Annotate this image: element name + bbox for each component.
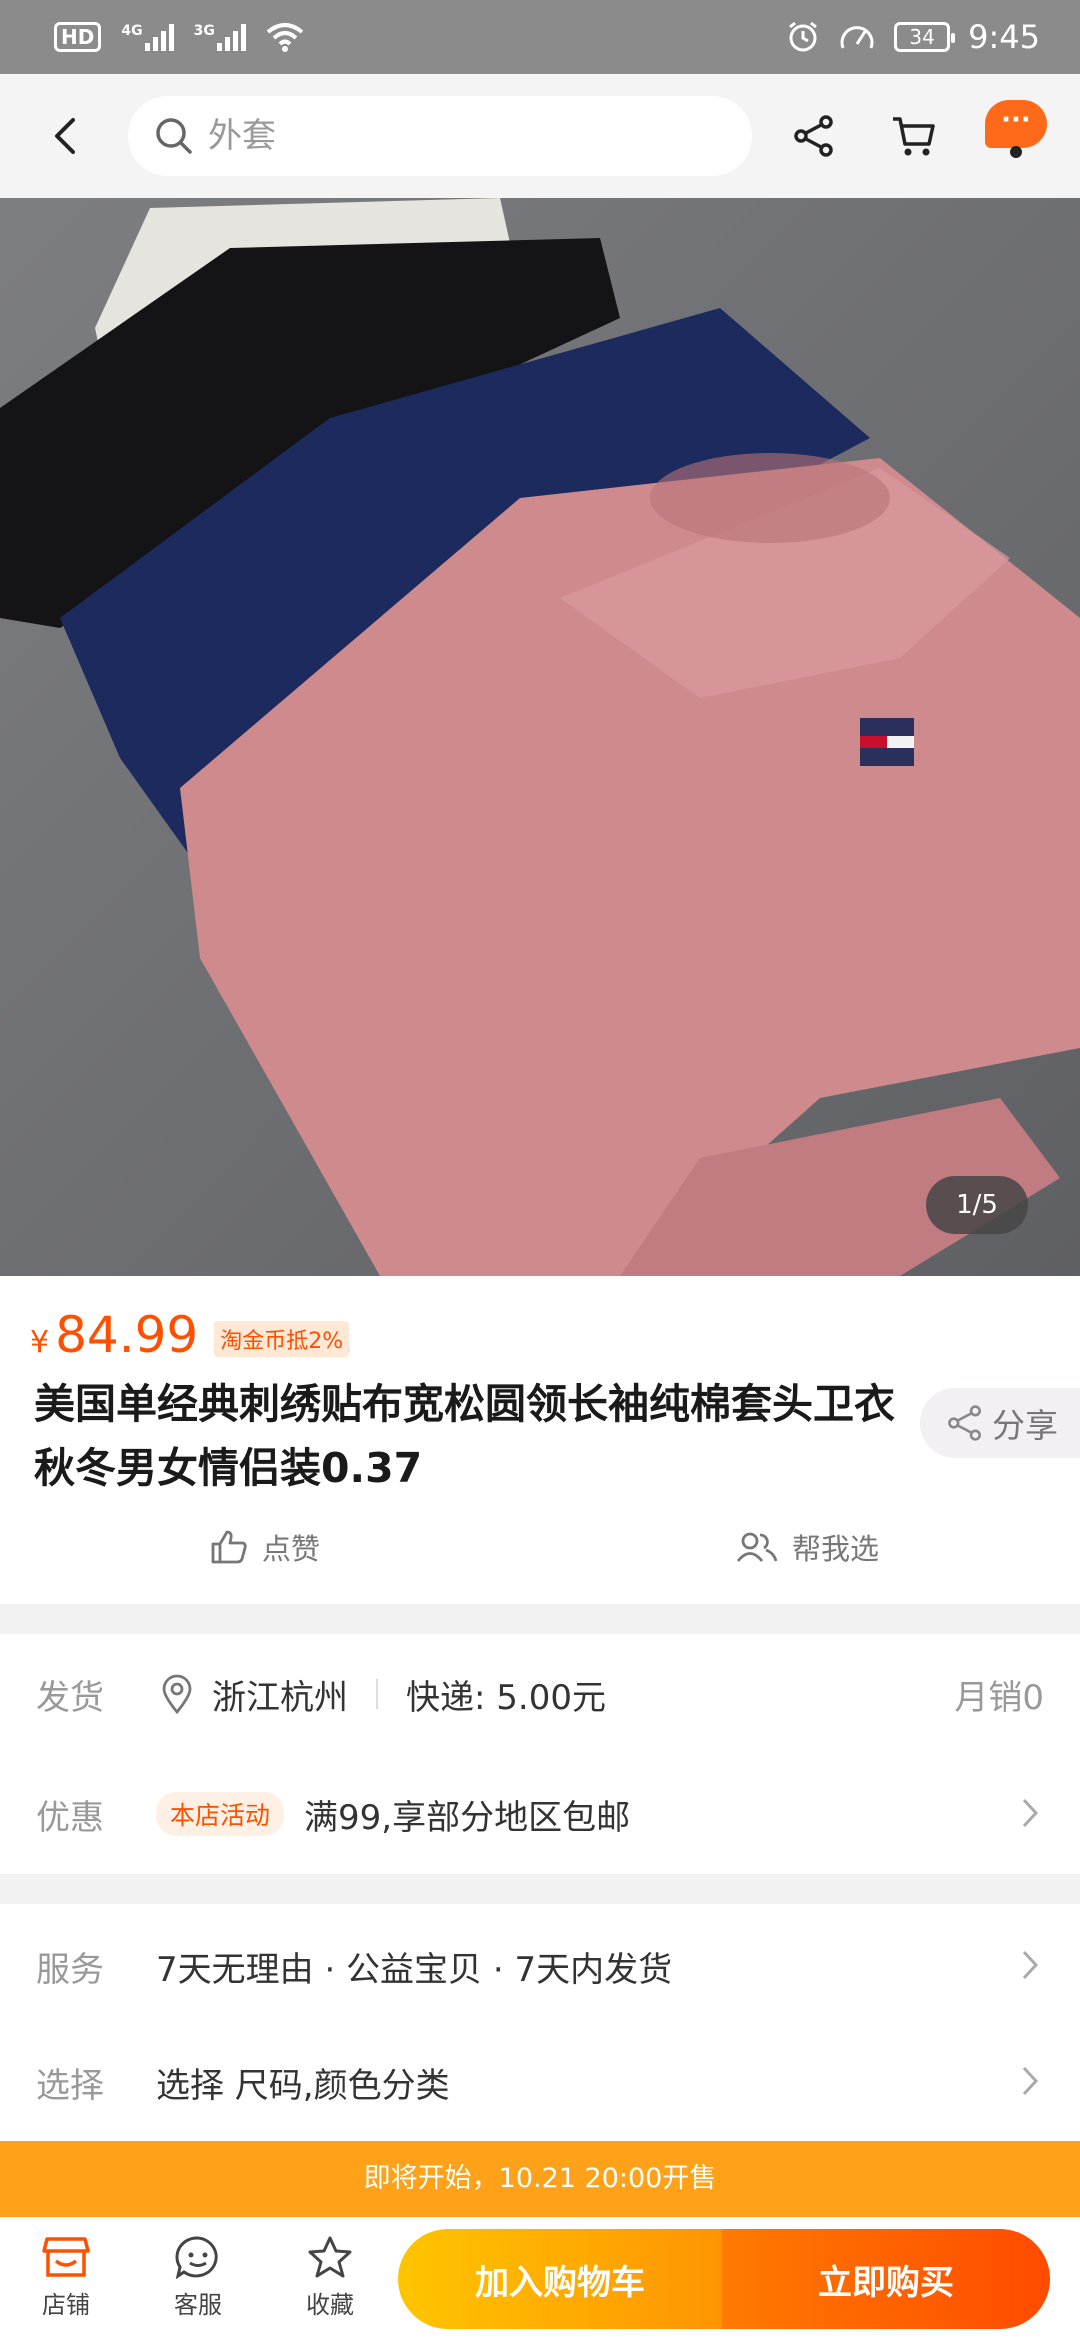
bottom-action-bar: 店铺 客服 收藏 加入购物车 立即购买	[0, 2217, 1080, 2340]
hd-indicator: HD	[54, 22, 102, 52]
store-promo-tag: 本店活动	[156, 1792, 285, 1836]
help-choose-label: 帮我选	[792, 1532, 880, 1566]
service-label: 服务	[36, 1949, 104, 1990]
delivery-location: 浙江杭州 快递: 5.00元	[160, 1670, 606, 1719]
delivery-row[interactable]: 发货 浙江杭州 快递: 5.00元 月销0	[0, 1654, 1080, 1734]
add-to-cart-button[interactable]: 加入购物车	[398, 2229, 722, 2329]
star-icon	[308, 2236, 352, 2278]
cart-button[interactable]	[886, 108, 942, 164]
service-text: 7天无理由 · 公益宝贝 · 7天内发货	[156, 1949, 673, 1990]
share-label: 分享	[992, 1406, 1058, 1445]
delivery-card: 发货 浙江杭州 快递: 5.00元 月销0 优惠 本店活动 满99,享部分地区包…	[0, 1634, 1080, 1874]
back-button[interactable]	[40, 110, 92, 162]
select-label: 选择	[36, 2065, 104, 2106]
share-pill-button[interactable]: 分享	[920, 1388, 1080, 1458]
shop-button[interactable]: 店铺	[18, 2235, 114, 2320]
share-icon	[948, 1405, 981, 1441]
network-4g-label: 4G	[121, 23, 143, 39]
search-input[interactable]	[208, 116, 728, 156]
image-counter: 1/5	[926, 1176, 1028, 1234]
select-row[interactable]: 选择 选择 尺码,颜色分类	[0, 2042, 1080, 2122]
delivery-location-text: 浙江杭州	[212, 1677, 348, 1718]
status-bar: HD 4G 3G 34 9:45	[0, 0, 1080, 74]
service-row[interactable]: 服务 7天无理由 · 公益宝贝 · 7天内发货	[0, 1926, 1080, 2006]
share-button[interactable]	[786, 108, 842, 164]
delivery-label: 发货	[36, 1677, 104, 1718]
speed-icon	[840, 26, 874, 49]
share-icon	[794, 115, 833, 157]
product-price: 84.99	[55, 1306, 199, 1364]
chevron-right-icon	[1022, 1950, 1039, 1980]
product-photo	[0, 198, 1080, 1276]
status-left: HD 4G 3G	[54, 22, 304, 52]
promotion-row[interactable]: 优惠 本店活动 满99,享部分地区包邮	[0, 1774, 1080, 1854]
service-card: 服务 7天无理由 · 公益宝贝 · 7天内发货 选择 选择 尺码,颜色分类	[0, 1904, 1080, 2141]
price-row: ¥ 84.99 淘金币抵2%	[30, 1306, 350, 1364]
promotion-label: 优惠	[36, 1797, 104, 1838]
thumbs-up-icon	[211, 1530, 247, 1564]
search-icon	[156, 118, 192, 154]
currency-symbol: ¥	[30, 1325, 50, 1360]
wifi-icon	[266, 23, 304, 52]
chevron-right-icon	[1022, 1798, 1039, 1828]
status-right: 34 9:45	[786, 18, 1040, 56]
buy-now-button[interactable]: 立即购买	[722, 2229, 1050, 2329]
top-nav: ···	[0, 74, 1080, 198]
favorite-label: 收藏	[306, 2291, 354, 2319]
signal-4g-icon: 4G	[121, 23, 174, 51]
customer-service-button[interactable]: 客服	[150, 2235, 246, 2320]
promotion-text: 满99,享部分地区包邮	[304, 1797, 631, 1838]
more-menu-button[interactable]: ···	[985, 100, 1047, 148]
network-3g-label: 3G	[193, 23, 215, 39]
divider	[376, 1679, 378, 1709]
store-icon	[42, 2237, 90, 2277]
select-text: 选择 尺码,颜色分类	[156, 2065, 450, 2106]
favorite-button[interactable]: 收藏	[282, 2235, 378, 2320]
clock: 9:45	[968, 18, 1040, 56]
battery-icon: 34	[894, 22, 956, 52]
notification-dot-icon	[1010, 146, 1022, 158]
search-bar[interactable]	[128, 96, 752, 176]
promotion-content: 本店活动 满99,享部分地区包邮	[156, 1790, 630, 1839]
chevron-left-icon	[55, 118, 75, 154]
like-label: 点赞	[262, 1532, 321, 1566]
people-icon	[736, 1532, 778, 1562]
cart-icon	[893, 117, 935, 156]
location-pin-icon	[162, 1674, 192, 1714]
product-image[interactable]: 1/5	[0, 198, 1080, 1276]
like-button[interactable]: 点赞	[210, 1526, 320, 1568]
chat-face-icon	[175, 2236, 218, 2279]
coin-discount-tag: 淘金币抵2%	[214, 1321, 350, 1357]
signal-3g-icon: 3G	[194, 23, 246, 51]
product-info-card: ¥ 84.99 淘金币抵2% 美国单经典刺绣贴布宽松圆领长袖纯棉套头卫衣秋冬男女…	[0, 1276, 1080, 1604]
alarm-icon	[789, 21, 818, 52]
shipping-fee: 快递: 5.00元	[406, 1677, 606, 1718]
product-title: 美国单经典刺绣贴布宽松圆领长袖纯棉套头卫衣秋冬男女情侣装0.37	[34, 1380, 895, 1492]
presale-banner: 即将开始，10.21 20:00开售	[0, 2141, 1080, 2217]
monthly-sales: 月销0	[954, 1677, 1044, 1718]
customer-service-label: 客服	[174, 2291, 222, 2319]
chevron-right-icon	[1022, 2066, 1039, 2096]
help-choose-button[interactable]: 帮我选	[736, 1526, 879, 1568]
shop-label: 店铺	[42, 2291, 90, 2319]
